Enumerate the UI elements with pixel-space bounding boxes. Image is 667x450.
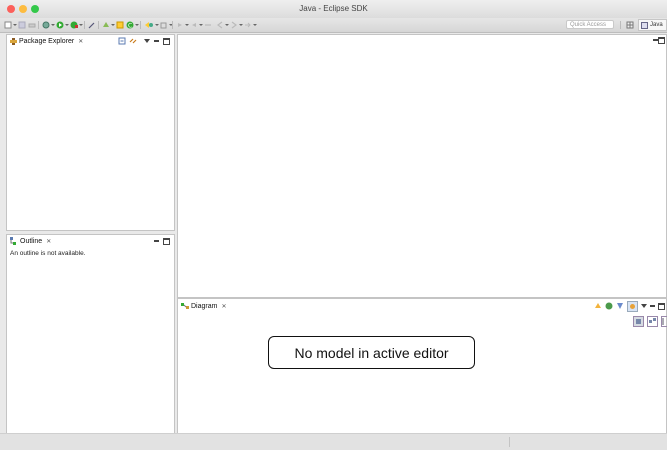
quick-access-input[interactable]: Quick Access xyxy=(566,20,614,29)
external-tools-button[interactable] xyxy=(70,21,83,29)
filter-icon[interactable] xyxy=(605,302,613,310)
layout-icon[interactable] xyxy=(616,302,624,310)
package-explorer-header: Package Explorer ✕ xyxy=(7,35,174,47)
last-edit-button[interactable] xyxy=(204,21,212,29)
package-explorer-view: Package Explorer ✕ xyxy=(6,34,175,231)
no-model-message: No model in active editor xyxy=(268,336,475,369)
debug-button[interactable] xyxy=(42,21,55,29)
new-class-icon: C xyxy=(126,21,134,29)
package-explorer-tab[interactable]: Package Explorer xyxy=(19,38,74,45)
save-button[interactable] xyxy=(18,21,26,29)
maximize-icon[interactable] xyxy=(163,237,170,245)
diagram-tab[interactable]: Diagram xyxy=(191,303,217,310)
outline-header: Outline ✕ xyxy=(7,235,174,247)
new-icon xyxy=(4,21,12,29)
outline-close-icon[interactable]: ✕ xyxy=(46,238,51,245)
open-type-button[interactable] xyxy=(144,21,159,29)
back-icon xyxy=(217,21,223,29)
annotation-icon xyxy=(178,23,182,27)
editor-maximize-icon[interactable] xyxy=(658,37,665,44)
run-button[interactable] xyxy=(56,21,69,29)
next-annotation-button[interactable] xyxy=(176,21,189,29)
debug-icon xyxy=(42,21,50,29)
open-type-icon xyxy=(145,22,153,28)
maximize-icon[interactable] xyxy=(658,302,665,310)
view-menu-icon[interactable] xyxy=(641,303,647,309)
status-bar xyxy=(0,433,667,450)
diagram-view: Diagram ✕ No model in active editor xyxy=(177,298,667,434)
diagram-close-icon[interactable]: ✕ xyxy=(221,303,226,310)
zoom-fit-icon[interactable] xyxy=(633,316,644,327)
collapse-all-icon[interactable] xyxy=(118,37,126,45)
new-class-button[interactable]: C xyxy=(126,21,139,29)
outline-view: Outline ✕ An outline is not available. xyxy=(6,234,175,434)
forward-icon xyxy=(231,21,237,29)
outline-icon xyxy=(10,237,16,245)
forward-history-button[interactable] xyxy=(244,21,257,29)
diagram-icon xyxy=(181,303,189,309)
link-with-editor-icon[interactable] xyxy=(129,37,137,45)
perspective-icon xyxy=(626,21,634,29)
toggle-breakpoint-button[interactable] xyxy=(88,21,96,29)
outline-message: An outline is not available. xyxy=(10,250,86,257)
status-divider xyxy=(509,437,510,447)
maximize-icon[interactable] xyxy=(163,37,170,45)
diagram-header: Diagram ✕ xyxy=(178,299,666,313)
refresh-icon[interactable] xyxy=(594,302,602,310)
svg-text:C: C xyxy=(128,23,132,30)
run-icon xyxy=(56,21,64,29)
java-perspective-button[interactable]: Java xyxy=(638,19,667,31)
annotation-icon xyxy=(192,23,196,27)
main-toolbar: C Quick Access Java xyxy=(0,18,667,33)
editor-area xyxy=(177,34,667,298)
minimize-icon[interactable] xyxy=(650,305,655,307)
previous-annotation-button[interactable] xyxy=(190,21,203,29)
package-explorer-close-icon[interactable]: ✕ xyxy=(78,38,83,45)
save-icon xyxy=(18,21,26,29)
minimize-icon[interactable] xyxy=(154,40,159,42)
forward-button[interactable] xyxy=(230,21,243,29)
new-java-project-icon xyxy=(103,22,109,27)
link-icon[interactable] xyxy=(627,300,638,312)
new-package-icon xyxy=(116,21,124,29)
back-button[interactable] xyxy=(216,21,229,29)
pin-icon xyxy=(88,22,95,29)
print-button[interactable] xyxy=(28,21,36,29)
search-icon xyxy=(160,22,167,29)
outline-tab[interactable]: Outline xyxy=(20,238,42,245)
zoom-in-icon[interactable] xyxy=(647,316,658,327)
java-perspective-icon xyxy=(641,21,648,29)
window-title: Java - Eclipse SDK xyxy=(299,4,368,13)
diagram-toolbar xyxy=(633,316,667,327)
title-bar: Java - Eclipse SDK xyxy=(0,0,667,18)
forward-icon xyxy=(245,22,251,28)
open-perspective-button[interactable] xyxy=(626,21,634,29)
external-tools-icon xyxy=(70,21,78,29)
view-menu-icon[interactable] xyxy=(144,38,150,44)
new-package-button[interactable] xyxy=(116,21,124,29)
zoom-out-icon[interactable] xyxy=(661,316,667,327)
minimize-icon[interactable] xyxy=(154,240,159,242)
print-icon xyxy=(28,23,36,28)
package-explorer-icon xyxy=(10,37,17,45)
java-perspective-label: Java xyxy=(650,22,663,28)
new-java-project-button[interactable] xyxy=(102,21,115,29)
new-button[interactable] xyxy=(4,21,17,29)
last-edit-icon xyxy=(205,24,211,26)
